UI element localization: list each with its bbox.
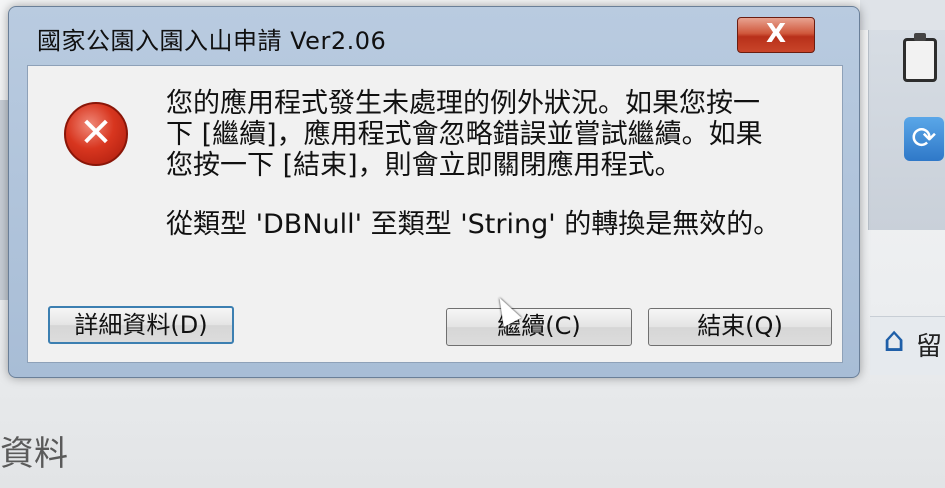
error-icon: ✕	[64, 102, 128, 166]
clipboard-icon[interactable]	[903, 33, 937, 82]
background-toolbar-strip	[860, 0, 945, 30]
refresh-icon[interactable]: ⟳	[904, 117, 944, 161]
error-message-line: 下 [繼續]，應用程式會忽略錯誤並嘗試繼續。如果	[166, 119, 763, 150]
background-section-label: 資料	[0, 434, 68, 474]
error-message-line: 您的應用程式發生未處理的例外狀況。如果您按一	[166, 88, 760, 119]
error-message-line: 您按一下 [結束]，則會立即關閉應用程式。	[166, 150, 682, 181]
continue-button[interactable]: 繼續(C)	[446, 308, 632, 346]
error-dialog: 國家公園入園入山申請 Ver2.06 X ✕ 您的應用程式發生未處理的例外狀況。…	[8, 6, 860, 378]
dialog-title: 國家公園入園入山申請 Ver2.06	[37, 27, 387, 55]
details-button[interactable]: 詳細資料(D)	[48, 306, 234, 344]
close-button[interactable]: X	[737, 17, 815, 53]
error-message: 您的應用程式發生未處理的例外狀況。如果您按一 下 [繼續]，應用程式會忽略錯誤並…	[166, 88, 806, 181]
home-icon[interactable]: ⌂	[876, 322, 912, 358]
background-home-label: 留	[916, 332, 943, 362]
error-detail: 從類型 'DBNull' 至類型 'String' 的轉換是無效的。	[166, 209, 781, 240]
quit-button[interactable]: 結束(Q)	[648, 308, 832, 346]
dialog-content: ✕ 您的應用程式發生未處理的例外狀況。如果您按一 下 [繼續]，應用程式會忽略錯…	[27, 65, 843, 363]
